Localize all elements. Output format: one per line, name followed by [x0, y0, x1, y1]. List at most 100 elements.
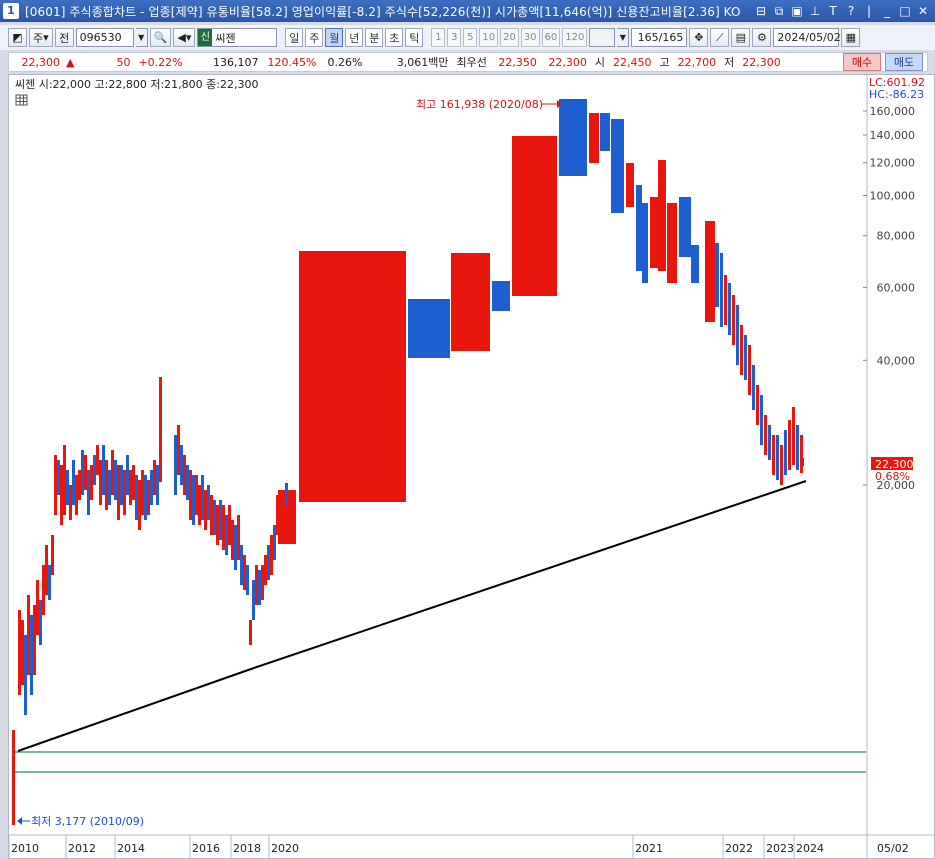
text-icon[interactable]: T — [825, 3, 841, 19]
close-icon[interactable]: ✕ — [915, 3, 931, 19]
candle — [129, 470, 132, 505]
interval-120[interactable]: 120 — [562, 28, 588, 47]
interval-1[interactable]: 1 — [431, 28, 446, 47]
candle — [90, 465, 93, 500]
window-title: [0601] 주식종합차트 - 업종[제약] 유통비율[58.2] 영업이익률[… — [25, 4, 741, 19]
count-input[interactable]: 165/165 — [631, 28, 688, 47]
candle — [93, 455, 96, 485]
period-second[interactable]: 초 — [385, 28, 404, 47]
x-tick-label: 2020 — [271, 842, 299, 855]
price-change-pct: +0.22% — [138, 55, 183, 69]
candle — [27, 595, 30, 675]
date-input[interactable]: 2024/05/02 — [773, 28, 841, 47]
candle — [183, 455, 186, 495]
candle — [159, 377, 162, 482]
high-price: 22,700 — [677, 55, 717, 69]
search-icon[interactable]: 🔍 — [149, 28, 172, 47]
candle — [642, 203, 648, 283]
interval-60[interactable]: 60 — [541, 28, 561, 47]
restore-icon[interactable]: ⧉ — [771, 3, 787, 19]
candle — [796, 425, 799, 470]
candle — [225, 515, 228, 555]
all-button[interactable]: 전 — [54, 28, 74, 47]
candle — [84, 455, 87, 490]
candle — [299, 251, 406, 502]
candle — [63, 445, 66, 515]
period-month[interactable]: 월 — [325, 28, 344, 47]
candle — [51, 535, 54, 575]
ratio-pct: 0.26% — [327, 55, 363, 69]
gear-icon[interactable]: ⚙ — [752, 28, 772, 47]
candle — [636, 185, 642, 271]
interval-30[interactable]: 30 — [520, 28, 540, 47]
candle — [186, 465, 189, 500]
price-chart[interactable]: 씨젠 시:22,000 고:22,800 저:21,800 종:22,300 L… — [9, 75, 934, 858]
buy-button[interactable]: 매수 — [843, 53, 881, 71]
save-icon[interactable]: ▤ — [731, 28, 751, 47]
count-total: /165 — [658, 31, 684, 44]
trend-line[interactable] — [17, 480, 807, 752]
type-select[interactable]: 주 ▾ — [29, 28, 53, 47]
speaker-icon[interactable]: ◀▾ — [173, 28, 196, 47]
grid-toggle-icon[interactable] — [15, 94, 28, 106]
x-tick-label: 2016 — [192, 842, 220, 855]
candle — [138, 480, 141, 530]
interval-20[interactable]: 20 — [500, 28, 519, 47]
interval-custom-input[interactable] — [589, 28, 616, 47]
best-bid-label: 최우선 — [456, 56, 487, 69]
x-axis-ticks: 2010 2012 2014 2016 2018 2020 2021 2022 2023 2024 — [9, 835, 824, 858]
candle — [144, 475, 147, 520]
period-day[interactable]: 일 — [285, 28, 304, 47]
crosshair-icon[interactable]: ✥ — [689, 28, 709, 47]
interval-5[interactable]: 5 — [463, 28, 478, 47]
maximize-icon[interactable]: □ — [897, 3, 913, 19]
candle-series — [12, 99, 804, 825]
candle — [198, 485, 201, 525]
candle — [123, 470, 126, 515]
price-change: 50 — [116, 55, 131, 69]
x-tick-label: 2022 — [725, 842, 753, 855]
period-tick[interactable]: 틱 — [405, 28, 424, 47]
candle — [705, 221, 715, 322]
chart-area[interactable]: 씨젠 시:22,000 고:22,800 저:21,800 종:22,300 L… — [8, 74, 935, 859]
help-icon[interactable]: ? — [843, 3, 859, 19]
stock-name-field[interactable]: 신 씨젠 — [197, 28, 278, 47]
candle — [33, 605, 36, 675]
window-icon[interactable]: ▣ — [789, 3, 805, 19]
candle — [201, 475, 204, 520]
period-minute[interactable]: 분 — [365, 28, 384, 47]
candle — [231, 520, 234, 560]
calendar-icon[interactable]: ▦ — [841, 28, 861, 47]
sell-button[interactable]: 매도 — [885, 53, 923, 71]
period-year[interactable]: 년 — [345, 28, 364, 47]
hc-label: HC:-86.23 — [869, 88, 924, 101]
candle — [626, 163, 634, 207]
y-tick-label: 60,000 — [877, 281, 916, 294]
candle — [132, 465, 135, 500]
candle — [219, 500, 222, 540]
interval-dropdown-icon[interactable]: ▼ — [617, 28, 630, 47]
x-tick-label: 2010 — [11, 842, 39, 855]
draw-line-icon[interactable]: ⟋ — [710, 28, 730, 47]
y-tick-label: 120,000 — [870, 157, 916, 170]
toolbar: ◩ 주 ▾ 전 096530 ▼ 🔍 ◀▾ 신 씨젠 일 주 월 년 분 초 틱 … — [0, 25, 935, 50]
window-title-bar: 1 [0601] 주식종합차트 - 업종[제약] 유통비율[58.2] 영업이익… — [0, 0, 935, 22]
minimize-icon[interactable]: _ — [879, 3, 895, 19]
interval-10[interactable]: 10 — [479, 28, 499, 47]
candle — [267, 545, 270, 580]
candle — [715, 243, 719, 307]
period-week[interactable]: 주 — [305, 28, 324, 47]
low-marker-label: 최저 3,177 (2010/09) — [31, 815, 144, 828]
turnover-pct: 120.45% — [267, 55, 317, 69]
link-icon[interactable]: ⊟ — [753, 3, 769, 19]
interval-3[interactable]: 3 — [447, 28, 462, 47]
quote-bar: 22,300 ▲ 50 +0.22% 136,107 120.45% 0.26%… — [8, 52, 928, 72]
y-tick-label: 100,000 — [870, 190, 916, 203]
stock-code-input[interactable]: 096530 — [75, 28, 134, 47]
chart-settings-icon[interactable]: ◩ — [8, 28, 27, 47]
candle — [111, 450, 114, 495]
pin-icon[interactable]: ⊥ — [807, 3, 823, 19]
chart-legend: 씨젠 시:22,000 고:22,800 저:21,800 종:22,300 — [15, 78, 259, 91]
stock-code-dropdown-icon[interactable]: ▼ — [135, 28, 148, 47]
credit-badge: 신 — [198, 29, 213, 46]
